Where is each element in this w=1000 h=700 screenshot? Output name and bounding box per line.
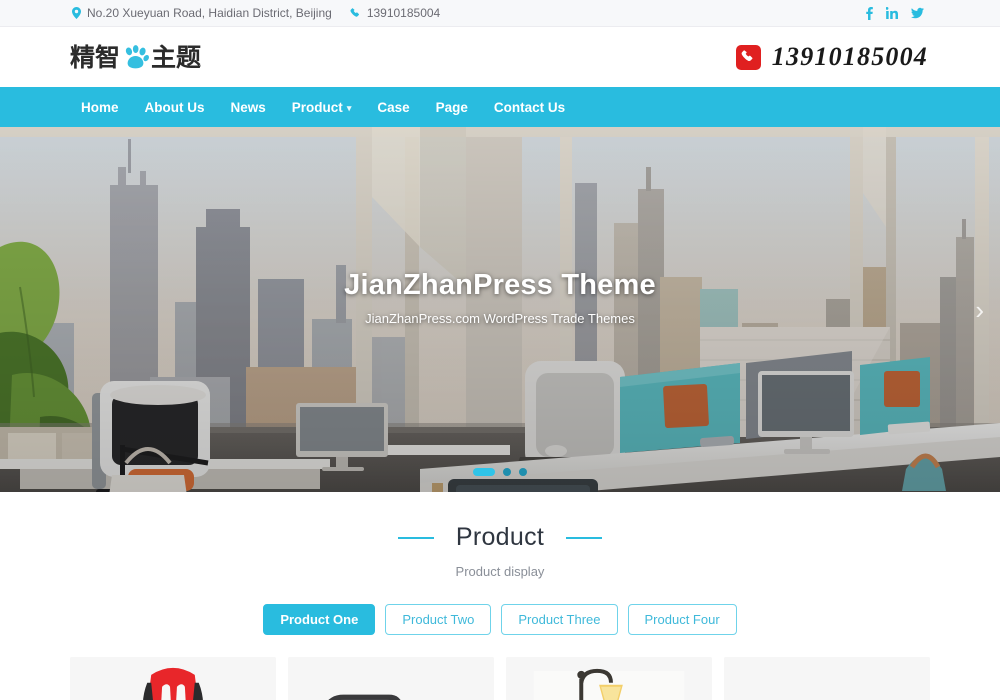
- hero-text-block: JianZhanPress Theme JianZhanPress.com Wo…: [0, 269, 1000, 326]
- nav-items: Home About Us News Product ▾ Case Page C…: [70, 87, 578, 127]
- facebook-icon[interactable]: [866, 6, 873, 20]
- header-phone-number: 13910185004: [771, 42, 928, 71]
- nav-item-home[interactable]: Home: [70, 87, 132, 127]
- phone-handset-icon: [350, 7, 361, 19]
- top-bar-address-text: No.20 Xueyuan Road, Haidian District, Be…: [87, 6, 332, 20]
- nav-item-case[interactable]: Case: [364, 87, 422, 127]
- section-title: Product: [455, 523, 545, 551]
- carousel-dots: [473, 468, 527, 476]
- carousel-dot-2[interactable]: [503, 468, 511, 476]
- site-header: 精智 主题 13910185004: [0, 27, 1000, 87]
- tab-product-two[interactable]: Product Two: [385, 604, 492, 635]
- product-card-desk-lamp-with-books[interactable]: [506, 657, 712, 700]
- header-phone[interactable]: 13910185004: [735, 42, 928, 72]
- top-bar-contact-group: No.20 Xueyuan Road, Haidian District, Be…: [72, 6, 440, 20]
- desktop-stationery-caddy-image: [724, 657, 930, 700]
- product-card-mesh-desk-organizer-tray[interactable]: [288, 657, 494, 700]
- nav-item-news[interactable]: News: [218, 87, 279, 127]
- hero-carousel[interactable]: JianZhanPress Theme JianZhanPress.com Wo…: [0, 127, 1000, 492]
- tab-product-three[interactable]: Product Three: [501, 604, 618, 635]
- mesh-desk-organizer-tray-image: [288, 657, 494, 700]
- carousel-next-chevron-right-icon[interactable]: ›: [975, 297, 984, 323]
- nav-item-page[interactable]: Page: [423, 87, 481, 127]
- desk-lamp-with-books-image: [506, 657, 712, 700]
- product-card-desktop-stationery-caddy[interactable]: [724, 657, 930, 700]
- top-bar: No.20 Xueyuan Road, Haidian District, Be…: [0, 0, 1000, 27]
- section-dash-right: [566, 536, 603, 539]
- carousel-dot-3[interactable]: [519, 468, 527, 476]
- map-pin-icon: [72, 7, 81, 19]
- product-section: Product Product display Product One Prod…: [0, 492, 1000, 700]
- paw-print-icon: [122, 44, 149, 70]
- product-tabs: Product One Product Two Product Three Pr…: [0, 604, 1000, 635]
- product-card-red-racing-office-chair[interactable]: [70, 657, 276, 700]
- nav-item-about-us[interactable]: About Us: [132, 87, 218, 127]
- top-bar-phone-text: 13910185004: [366, 6, 441, 20]
- nav-item-label: Case: [377, 99, 410, 115]
- top-bar-address: No.20 Xueyuan Road, Haidian District, Be…: [72, 6, 332, 20]
- main-navigation: Home About Us News Product ▾ Case Page C…: [0, 87, 1000, 127]
- tab-product-one[interactable]: Product One: [263, 604, 376, 635]
- hero-subtitle: JianZhanPress.com WordPress Trade Themes: [365, 311, 635, 326]
- tab-product-four[interactable]: Product Four: [627, 604, 737, 635]
- nav-item-label: Contact Us: [493, 99, 566, 115]
- top-bar-phone[interactable]: 13910185004: [350, 6, 440, 20]
- product-card-grid: [0, 657, 1000, 700]
- twitter-icon[interactable]: [911, 7, 924, 19]
- site-logo[interactable]: 精智 主题: [70, 45, 201, 70]
- carousel-dot-1[interactable]: [473, 468, 495, 476]
- nav-item-label: Product: [291, 99, 343, 115]
- nav-item-contact-us[interactable]: Contact Us: [481, 87, 578, 127]
- section-dash-left: [397, 536, 434, 539]
- logo-text-right: 主题: [151, 42, 202, 72]
- nav-item-label: News: [230, 99, 266, 115]
- nav-item-label: Home: [81, 99, 119, 115]
- logo-text-left: 精智: [70, 42, 121, 72]
- linkedin-icon[interactable]: [886, 7, 898, 19]
- nav-item-label: About Us: [144, 99, 205, 115]
- social-links: [866, 6, 924, 20]
- hero-title: JianZhanPress Theme: [344, 269, 656, 301]
- red-racing-office-chair-image: [70, 657, 276, 700]
- nav-item-product[interactable]: Product ▾: [279, 87, 365, 127]
- section-subtitle: Product display: [455, 564, 545, 579]
- phone-square-icon: [735, 44, 761, 70]
- section-heading: Product: [0, 523, 1000, 552]
- chevron-down-icon: ▾: [346, 102, 352, 113]
- nav-item-label: Page: [435, 99, 468, 115]
